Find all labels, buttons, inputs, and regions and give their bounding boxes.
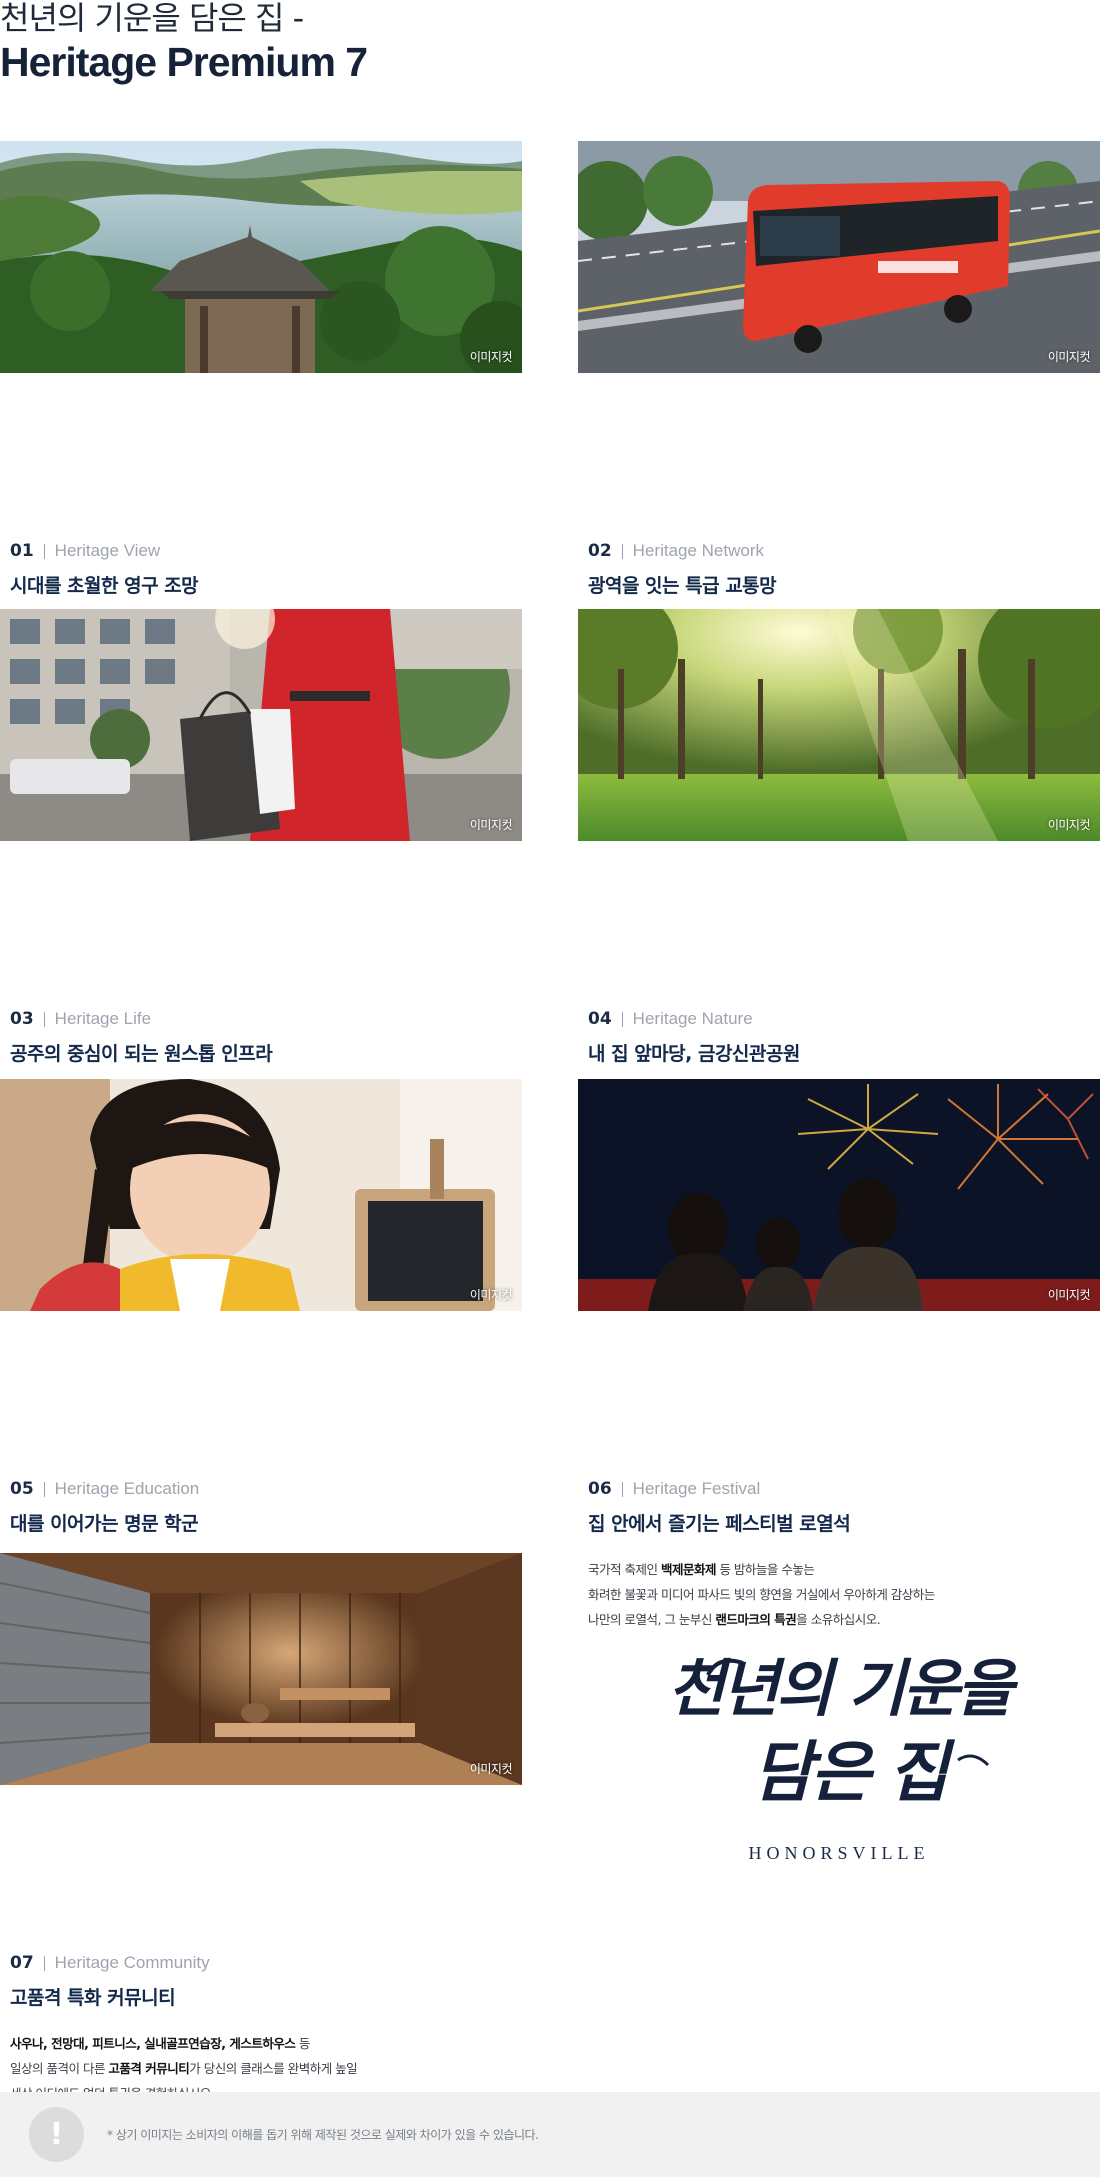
card-category: Heritage Festival	[632, 1479, 761, 1498]
card-heading: 공주의 중심이 되는 원스톱 인프라	[10, 1043, 273, 1065]
brand-logo-block: 천년의 기운을 담은 집 HONORSVILLE	[578, 1555, 1100, 1895]
feature-image-view: 이미지컷	[0, 141, 522, 373]
card-number: 06	[588, 1479, 612, 1499]
smiling-schoolgirl-photo	[0, 1079, 522, 1311]
feature-card-community: 이미지컷 07 Heritage Community 고품격 특화 커뮤니티 사…	[0, 1553, 522, 2101]
card-heading: 대를 이어가는 명문 학군	[10, 1513, 199, 1535]
sunlit-park-forest-photo	[578, 609, 1100, 841]
card-category: Heritage Network	[632, 541, 764, 560]
family-watching-fireworks-photo	[578, 1079, 1100, 1311]
card-category: Heritage Community	[54, 1953, 210, 1972]
image-cut-badge: 이미지컷	[469, 350, 513, 364]
exclamation-icon: !	[29, 2107, 84, 2162]
card-number: 03	[10, 1009, 34, 1029]
card-meta: 06 Heritage Festival	[588, 1479, 760, 1499]
image-cut-badge: 이미지컷	[469, 1288, 513, 1302]
image-cut-badge: 이미지컷	[1047, 818, 1091, 832]
emphasis-text: 고품격 커뮤니티	[108, 2061, 190, 2076]
divider	[43, 1481, 45, 1497]
shopping-woman-red-dress-photo	[0, 609, 522, 841]
disclaimer-text: * 상기 이미지는 소비자의 이해를 돕기 위해 제작된 것으로 실제와 차이가…	[107, 2128, 539, 2142]
plain-text: 일상의 품격이 다른	[10, 2061, 109, 2076]
divider	[621, 1481, 623, 1497]
plain-text: 등	[295, 2036, 311, 2051]
divider	[621, 543, 623, 559]
card-category: Heritage Education	[54, 1479, 200, 1498]
brand-calligraphy-logo: 천년의 기운을 담은 집	[668, 1652, 1022, 1811]
card-number: 02	[588, 541, 612, 561]
image-cut-badge: 이미지컷	[1047, 350, 1091, 364]
feature-card-education: 이미지컷 05 Heritage Education 대를 이어가는 명문 학군…	[0, 1079, 522, 1627]
card-category: Heritage View	[54, 541, 161, 560]
card-heading: 고품격 특화 커뮤니티	[10, 1987, 176, 2009]
feature-image-nature: 이미지컷	[578, 609, 1100, 841]
divider	[43, 1011, 45, 1027]
card-number: 05	[10, 1479, 34, 1499]
image-cut-badge: 이미지컷	[469, 818, 513, 832]
card-heading: 시대를 초월한 영구 조망	[10, 575, 199, 597]
plain-text: 가 당신의 클래스를 완벽하게 높일	[189, 2061, 358, 2076]
wooden-sauna-room-photo	[0, 1553, 522, 1785]
card-number: 07	[10, 1953, 34, 1973]
calligraphy-line-2: 담은 집	[752, 1733, 955, 1811]
card-number: 04	[588, 1009, 612, 1029]
feature-image-community: 이미지컷	[0, 1553, 522, 1785]
card-meta: 05 Heritage Education	[10, 1479, 199, 1499]
card-meta: 03 Heritage Life	[10, 1009, 151, 1029]
page-title: Heritage Premium 7	[0, 39, 368, 85]
card-category: Heritage Life	[54, 1009, 152, 1028]
feature-image-education: 이미지컷	[0, 1079, 522, 1311]
feature-card-nature: 이미지컷 04 Heritage Nature 내 집 앞마당, 금강신관공원 …	[578, 609, 1100, 1157]
gongju-brt-bus-photo	[578, 141, 1100, 373]
divider	[43, 1955, 45, 1971]
disclaimer-footer: ! * 상기 이미지는 소비자의 이해를 돕기 위해 제작된 것으로 실제와 차…	[0, 2092, 1100, 2177]
image-cut-badge: 이미지컷	[1047, 1288, 1091, 1302]
card-heading: 내 집 앞마당, 금강신관공원	[588, 1043, 800, 1065]
card-meta: 01 Heritage View	[10, 541, 160, 561]
card-heading: 광역을 잇는 특급 교통망	[588, 575, 777, 597]
description-line: 일상의 품격이 다른 고품격 커뮤니티가 당신의 클래스를 완벽하게 높일	[10, 2056, 358, 2081]
feature-card-life: 이미지컷 03 Heritage Life 공주의 중심이 되는 원스톱 인프라…	[0, 609, 522, 1157]
divider	[621, 1011, 623, 1027]
river-valley-pavilion-photo	[0, 141, 522, 373]
description-line: 사우나, 전망대, 피트니스, 실내골프연습장, 게스트하우스 등	[10, 2031, 357, 2056]
feature-image-life: 이미지컷	[0, 609, 522, 841]
divider	[43, 543, 45, 559]
feature-image-festival: 이미지컷	[578, 1079, 1100, 1311]
brand-name: HONORSVILLE	[748, 1843, 930, 1863]
feature-card-festival: 이미지컷 06 Heritage Festival 집 안에서 즐기는 페스티벌…	[578, 1079, 1100, 1627]
card-category: Heritage Nature	[632, 1009, 753, 1028]
feature-card-network: 이미지컷 02 Heritage Network 광역을 잇는 특급 교통망 세…	[578, 141, 1100, 689]
card-meta: 07 Heritage Community	[10, 1953, 210, 1973]
feature-card-view: 이미지컷 01 Heritage View 시대를 초월한 영구 조망 유네스코…	[0, 141, 522, 689]
card-heading: 집 안에서 즐기는 페스티벌 로열석	[588, 1513, 851, 1535]
card-number: 01	[10, 541, 34, 561]
card-meta: 02 Heritage Network	[588, 541, 764, 561]
emphasis-text: 사우나, 전망대, 피트니스, 실내골프연습장, 게스트하우스	[10, 2036, 296, 2051]
image-cut-badge: 이미지컷	[469, 1762, 513, 1776]
feature-image-network: 이미지컷	[578, 141, 1100, 373]
card-meta: 04 Heritage Nature	[588, 1009, 753, 1029]
page-subtitle: 천년의 기운을 담은 집 -	[0, 0, 304, 37]
